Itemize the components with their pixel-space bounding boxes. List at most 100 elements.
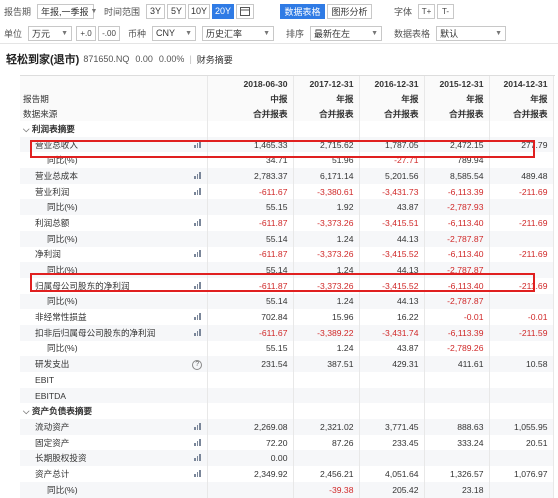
value-cell: -27.71: [359, 152, 425, 169]
bar-chart-icon[interactable]: [194, 218, 201, 226]
range-3y-button[interactable]: 3Y: [146, 3, 166, 19]
collapse-chevron-icon[interactable]: ⌵: [23, 406, 32, 416]
value-cell: [359, 372, 425, 388]
value-cell: -3,431.74: [359, 324, 425, 341]
unit-select[interactable]: 万元 ▼: [28, 25, 73, 41]
bar-chart-icon[interactable]: [194, 171, 201, 179]
row-label: 净利润: [20, 247, 188, 263]
value-cell: 333.24: [424, 434, 490, 451]
row-label-text: 扣非后归属母公司股东的净利润: [35, 327, 156, 338]
row-label: 同比(%): [20, 481, 188, 498]
table-row: 营业总成本 2,783.37 6,171.14 5,201.56 8,585.54 489…: [20, 168, 554, 184]
value-cell: -3,373.26: [293, 215, 360, 231]
help-icon[interactable]: ?: [192, 359, 203, 370]
table-row: 长期股权投资 0.00: [20, 450, 554, 467]
value-cell: [424, 403, 490, 420]
bar-chart-icon[interactable]: [194, 454, 201, 462]
value-cell: -6,113.39: [424, 183, 490, 200]
value-cell: -3,389.22: [293, 324, 360, 341]
value-cell: 0.00: [207, 450, 294, 467]
row-label-text: 固定资产: [35, 437, 70, 448]
row-icon-cell: [188, 152, 208, 169]
title-separator: |: [189, 54, 192, 64]
value-cell: 2,269.08: [207, 419, 294, 435]
bar-chart-icon[interactable]: [194, 313, 201, 321]
font-decrease-button[interactable]: T-: [437, 3, 455, 19]
font-increase-button[interactable]: T+: [418, 3, 436, 19]
row-label-text: 同比(%): [47, 265, 78, 276]
bar-chart-icon[interactable]: [194, 438, 201, 446]
bar-chart-icon[interactable]: [194, 422, 201, 430]
chevron-down-icon: ▼: [263, 29, 271, 37]
bar-chart-icon[interactable]: [194, 328, 201, 336]
section-label[interactable]: ⌵ 利润表摘要: [20, 121, 188, 137]
header-icon-cell: [188, 76, 208, 91]
value-cell: 1.24: [293, 230, 360, 247]
row-label: 同比(%): [20, 199, 188, 216]
row-label: 同比(%): [20, 293, 188, 310]
exchange-rate-select[interactable]: 历史汇率 ▼: [202, 25, 275, 41]
value-cell: 43.87: [359, 199, 425, 216]
bar-chart-icon[interactable]: [194, 469, 201, 477]
financial-summary-link[interactable]: 财务摘要: [197, 53, 233, 66]
chevron-down-icon: ▼: [90, 7, 98, 15]
decimal-increase-button[interactable]: +.0: [76, 25, 97, 41]
row-label-text: 营业总成本: [35, 170, 78, 181]
value-cell: 8,585.54: [424, 168, 490, 184]
header-cell: 合并报表: [293, 106, 360, 121]
value-cell: 702.84: [207, 309, 294, 325]
value-cell: [207, 121, 294, 137]
bar-chart-icon[interactable]: [194, 281, 201, 289]
report-period-select[interactable]: 年报,一季报 ▼: [37, 3, 97, 19]
chart-analysis-button[interactable]: 图形分析: [327, 3, 373, 19]
sort-select[interactable]: 最新在左 ▼: [310, 25, 383, 41]
row-icon-cell: [188, 324, 208, 341]
section-label[interactable]: ⌵ 资产负债表摘要: [20, 403, 188, 420]
data-table-select[interactable]: 默认 ▼: [436, 25, 507, 41]
currency-label: 币种: [128, 28, 147, 39]
stock-name: 轻松到家(退市): [6, 54, 80, 66]
value-cell: [293, 121, 360, 137]
row-icon-cell: [188, 450, 208, 467]
chevron-down-icon: ▼: [495, 29, 503, 37]
row-label-text: 非经常性损益: [35, 312, 87, 323]
bar-chart-icon[interactable]: [194, 250, 201, 258]
calendar-icon[interactable]: [236, 3, 255, 19]
row-label-text: 流动资产: [35, 421, 70, 432]
value-cell: [293, 403, 360, 420]
table-row: 扣非后归属母公司股东的净利润 -611.67 -3,389.22 -3,431.74-…: [20, 324, 554, 341]
table-row: 资产总计 2,349.92 2,456.21 4,051.64 1,326.57 1,07…: [20, 466, 554, 482]
value-cell: 789.94: [424, 152, 490, 169]
table-row: 非经常性损益 702.84 15.96 16.22 -0.01 -0.01: [20, 309, 554, 325]
range-10y-button[interactable]: 10Y: [188, 3, 211, 19]
value-cell: -211.69: [489, 183, 554, 200]
row-label: 营业利润: [20, 184, 188, 200]
data-table-button[interactable]: 数据表格: [280, 3, 326, 19]
value-cell: 20.51: [489, 434, 554, 451]
header-cell: 2018-06-30: [207, 76, 294, 91]
collapse-chevron-icon[interactable]: ⌵: [23, 124, 32, 134]
value-cell: [424, 121, 490, 137]
value-cell: 2,783.37: [207, 168, 294, 184]
table-row: 归属母公司股东的净利润 -611.87 -3,373.26 -3,415.52 -6,1…: [20, 277, 554, 294]
value-cell: 205.42: [359, 481, 425, 498]
row-icon-cell: [188, 168, 208, 184]
value-cell: 1.24: [293, 340, 360, 357]
header-row: 数据来源 合并报表 合并报表 合并报表 合并报表 合并报表: [20, 106, 554, 121]
value-cell: [489, 450, 554, 467]
value-cell: -611.87: [207, 277, 294, 294]
row-label-text: 同比(%): [47, 296, 78, 307]
value-cell: 51.96: [293, 152, 360, 169]
bar-chart-icon[interactable]: [194, 187, 201, 195]
currency-select[interactable]: CNY ▼: [152, 25, 197, 41]
value-cell: 1,055.95: [489, 419, 554, 435]
value-cell: [293, 372, 360, 388]
range-5y-button[interactable]: 5Y: [167, 3, 187, 19]
value-cell: 2,349.92: [207, 466, 294, 482]
row-icon-cell: [188, 481, 208, 498]
value-cell: [207, 387, 294, 404]
value-cell: 387.51: [293, 356, 360, 372]
decimal-decrease-button[interactable]: -.00: [98, 25, 121, 41]
range-20y-button[interactable]: 20Y: [212, 3, 235, 19]
bar-chart-icon[interactable]: [194, 140, 201, 148]
